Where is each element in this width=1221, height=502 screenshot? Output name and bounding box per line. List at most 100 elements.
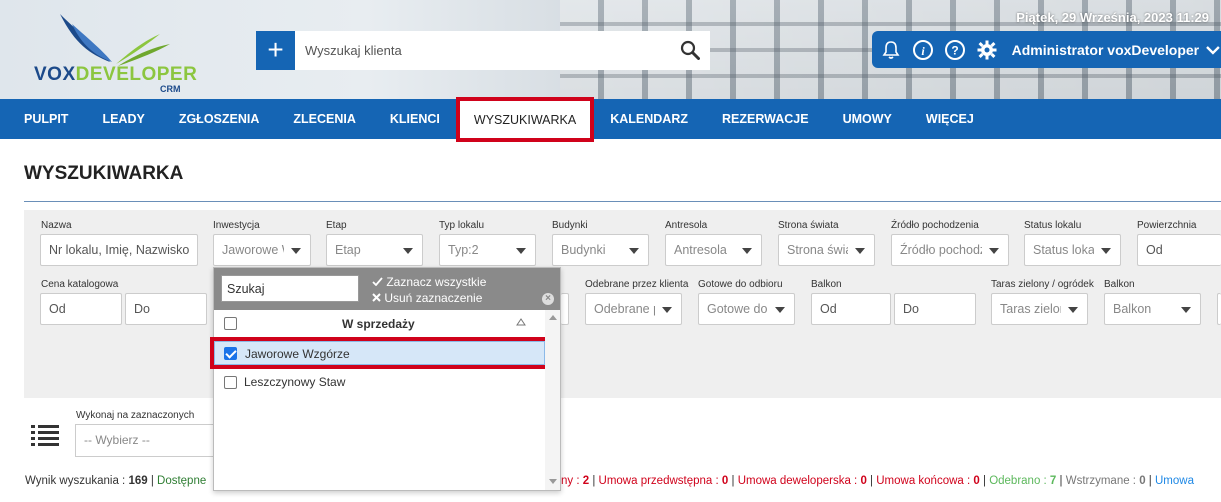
nav-item-klienci[interactable]: KLIENCI — [390, 112, 440, 126]
nav-item-wiecej[interactable]: WIĘCEJ — [926, 112, 974, 126]
status-select[interactable]: Status lokal — [1024, 234, 1121, 266]
svg-text:?: ? — [951, 43, 958, 57]
bell-icon[interactable] — [880, 39, 902, 61]
results-available[interactable]: Dostępne — [157, 475, 206, 487]
client-search-input[interactable] — [295, 31, 710, 70]
nav-item-wyszukiwarka[interactable]: WYSZUKIWARKA — [455, 96, 595, 142]
help-icon[interactable]: ? — [944, 39, 966, 61]
option-leszczynowy-staw[interactable]: Leszczynowy Staw — [214, 370, 545, 394]
deselect-all-button[interactable]: Usuń zaznaczenie — [372, 291, 482, 305]
name-input[interactable]: Nr lokalu, Imię, Nazwisko — [40, 234, 198, 266]
results-sep-1: | — [589, 475, 599, 487]
nav-item-zgloszenia[interactable]: ZGŁOSZENIA — [179, 112, 260, 126]
group-label: W sprzedaży — [342, 317, 415, 331]
received-select-value: Odebrane p — [594, 302, 655, 316]
name-input-placeholder: Nr lokalu, Imię, Nazwisko — [49, 243, 190, 257]
nav-item-leady[interactable]: LEADY — [102, 112, 144, 126]
unit-type-select[interactable]: Typ:2 — [439, 234, 536, 266]
results-final[interactable]: Umowa końcowa : 0 — [876, 475, 980, 487]
results-received[interactable]: Odebrano : 7 — [989, 475, 1056, 487]
nav-item-rezerwacje[interactable]: REZERWACJE — [722, 112, 809, 126]
filter-label-inwestycja: Inwestycja — [213, 220, 260, 231]
price-to-placeholder: Do — [134, 302, 150, 316]
balcony-from-input[interactable]: Od — [811, 293, 891, 325]
results-reserved[interactable]: ny : 2 — [561, 475, 589, 487]
group-header-in-sale[interactable]: W sprzedaży — [214, 312, 545, 334]
results-held[interactable]: Wstrzymane : 0 — [1066, 475, 1146, 487]
header: VOXDEVELOPER CRM + Piątek, 29 Września, … — [0, 0, 1221, 99]
logo-crm: CRM — [160, 84, 181, 94]
filter-label-powierzchnia: Powierzchnia — [1137, 220, 1197, 231]
orientation-select-value: Strona świa — [787, 243, 848, 257]
results-dev[interactable]: Umowa deweloperska : 0 — [738, 475, 867, 487]
results-more[interactable]: Umowa — [1155, 475, 1194, 487]
dropdown-search-input[interactable] — [221, 275, 359, 302]
orientation-select[interactable]: Strona świa — [778, 234, 875, 266]
search-icon[interactable] — [680, 40, 700, 60]
balcony-from-placeholder: Od — [820, 302, 837, 316]
dropdown-scrollbar[interactable] — [545, 310, 560, 490]
option-jaworowe-wzgorze[interactable]: Jaworowe Wzgórze — [210, 337, 549, 369]
option-checkbox[interactable] — [224, 376, 237, 389]
ready-select-value: Gotowe do — [707, 302, 768, 316]
add-client-button[interactable]: + — [256, 31, 295, 70]
balcony-to-placeholder: Do — [903, 302, 919, 316]
results-sep-4: | — [979, 475, 990, 487]
nav-item-umowy[interactable]: UMOWY — [843, 112, 892, 126]
option-checkbox-checked[interactable] — [224, 347, 237, 360]
list-icon[interactable] — [31, 424, 59, 446]
mezzanine-select[interactable]: Antresola — [665, 234, 762, 266]
collapse-triangle-icon[interactable] — [516, 318, 526, 326]
investment-select[interactable]: Jaworowe W — [213, 234, 311, 266]
stage-select[interactable]: Etap — [326, 234, 423, 266]
results-summary: Wynik wyszukania : 169 | Dostępne — [25, 475, 206, 487]
hidden-select-edge — [561, 293, 569, 325]
results-label: Wynik wyszukania : — [25, 475, 129, 487]
price-to-input[interactable]: Do — [125, 293, 207, 325]
gear-icon[interactable] — [976, 39, 998, 61]
balcony-select-value: Balkon — [1113, 302, 1152, 316]
investment-dropdown: Zaznacz wszystkie Usuń zaznaczenie × W s… — [210, 267, 561, 491]
nav-item-zlecenia[interactable]: ZLECENIA — [293, 112, 356, 126]
results-summary-right: ny : 2 | Umowa przedwstępna : 0 | Umowa … — [561, 475, 1194, 487]
check-icon — [372, 277, 383, 287]
username[interactable]: Administrator voxDeveloper — [1012, 42, 1200, 58]
svg-text:i: i — [921, 44, 925, 58]
area-from-input[interactable]: Od — [1137, 234, 1221, 266]
balcony-select[interactable]: Balkon — [1104, 293, 1201, 325]
status-select-value: Status lokal — [1033, 243, 1094, 257]
nav-item-pulpit[interactable]: PULPIT — [24, 112, 68, 126]
filter-label-gotowe: Gotowe do odbioru — [698, 279, 783, 290]
unit-type-select-value: Typ:2 — [448, 243, 479, 257]
bulk-action-select[interactable]: -- Wybierz -- — [75, 424, 215, 457]
filter-label-typ-lokalu: Typ lokalu — [439, 220, 485, 231]
chevron-down-icon[interactable] — [1205, 44, 1221, 56]
buildings-select[interactable]: Budynki — [552, 234, 649, 266]
filter-label-strona-swiata: Strona świata — [778, 220, 839, 231]
select-all-label: Zaznacz wszystkie — [386, 275, 487, 289]
filter-label-balkon: Balkon — [811, 279, 842, 290]
info-icon[interactable]: i — [912, 39, 934, 61]
option-label: Jaworowe Wzgórze — [245, 347, 350, 361]
close-icon[interactable]: × — [542, 293, 554, 305]
terrace-select[interactable]: Taras zielon — [991, 293, 1088, 325]
nav-item-kalendarz[interactable]: KALENDARZ — [610, 112, 688, 126]
scroll-up-arrow-icon[interactable] — [549, 315, 557, 320]
balcony-to-input[interactable]: Do — [894, 293, 976, 325]
source-select[interactable]: Źródło pochodz — [891, 234, 1009, 266]
received-select[interactable]: Odebrane p — [585, 293, 682, 325]
results-prelim[interactable]: Umowa przedwstępna : 0 — [599, 475, 729, 487]
buildings-select-value: Budynki — [561, 243, 606, 257]
select-all-button[interactable]: Zaznacz wszystkie — [372, 275, 486, 289]
filter-label-nazwa: Nazwa — [41, 220, 72, 231]
group-checkbox[interactable] — [224, 317, 237, 330]
cut-off-input — [1217, 293, 1221, 325]
x-icon — [372, 293, 381, 302]
dropdown-header: Zaznacz wszystkie Usuń zaznaczenie × — [214, 268, 560, 310]
ready-select[interactable]: Gotowe do — [698, 293, 795, 325]
price-from-input[interactable]: Od — [40, 293, 122, 325]
filter-label-odebrane: Odebrane przez klienta — [585, 279, 689, 290]
area-from-placeholder: Od — [1146, 243, 1163, 257]
stage-select-value: Etap — [335, 243, 361, 257]
scroll-down-arrow-icon[interactable] — [549, 479, 557, 484]
